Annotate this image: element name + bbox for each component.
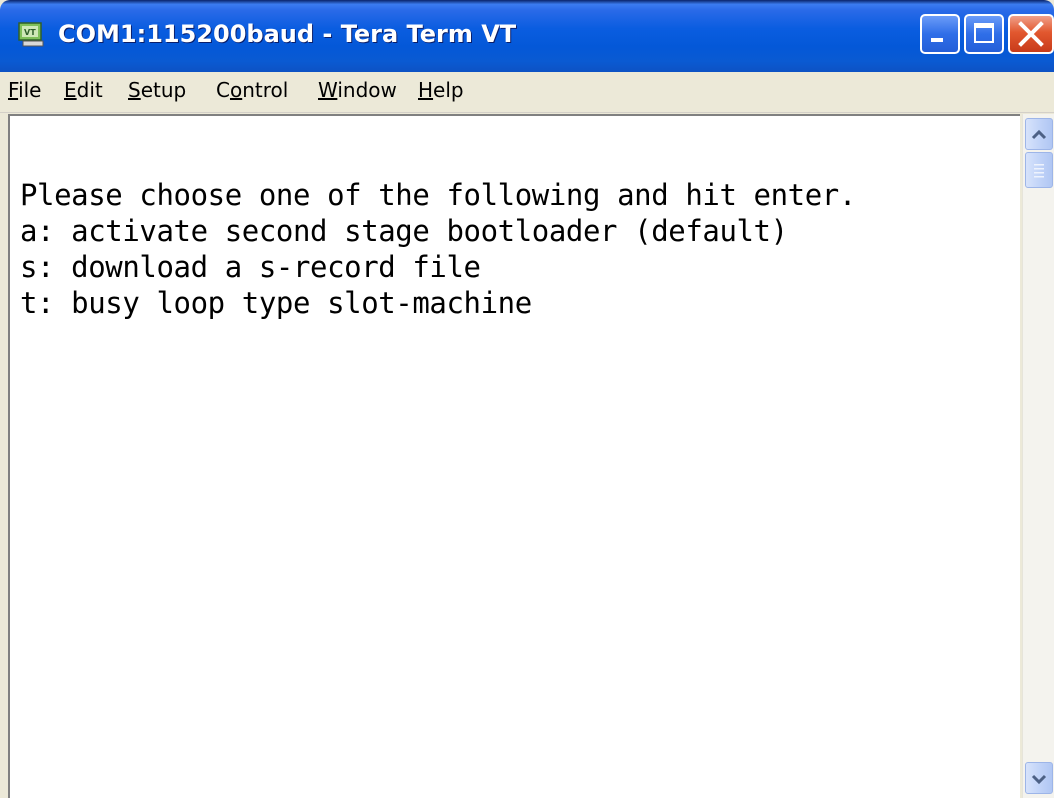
menu-edit-accelerator: E: [64, 78, 77, 102]
grip-icon: [1034, 164, 1044, 178]
menu-setup-label: etup: [140, 78, 187, 102]
maximize-icon: [974, 23, 994, 43]
chevron-up-icon: [1031, 129, 1047, 140]
svg-text:VT: VT: [24, 28, 36, 37]
maximize-button[interactable]: [964, 14, 1004, 54]
tera-term-app-icon[interactable]: VT: [18, 22, 46, 48]
menu-help-accelerator: H: [418, 78, 434, 102]
scroll-thumb[interactable]: [1025, 152, 1053, 188]
menu-file-accelerator: F: [8, 78, 19, 102]
menu-window-accelerator: W: [318, 78, 338, 102]
chevron-down-icon: [1031, 774, 1047, 785]
terminal-line-option-t: t: busy loop type slot-machine: [20, 286, 532, 320]
scroll-up-button[interactable]: [1025, 118, 1053, 150]
title-bar[interactable]: VT COM1:115200baud - Tera Term VT: [0, 0, 1054, 72]
menu-setup[interactable]: Setup: [128, 78, 186, 102]
menu-help-label: elp: [433, 78, 464, 102]
menu-edit[interactable]: Edit: [64, 78, 103, 102]
close-button[interactable]: [1008, 14, 1054, 54]
menu-control-label: ntrol: [242, 78, 289, 102]
menu-window[interactable]: Window: [318, 78, 397, 102]
window-title: COM1:115200baud - Tera Term VT: [58, 20, 517, 48]
menu-file[interactable]: File: [8, 78, 41, 102]
menu-control-prefix: C: [216, 78, 230, 102]
terminal-line-option-a: a: activate second stage bootloader (def…: [20, 214, 788, 248]
minimize-icon: [931, 38, 943, 42]
terminal-line-prompt: Please choose one of the following and h…: [20, 178, 856, 212]
menu-control-accelerator: o: [229, 78, 243, 102]
menu-bar: File Edit Setup Control Window Help: [0, 72, 1054, 113]
menu-file-label: ile: [18, 78, 42, 102]
terminal-line-option-s: s: download a s-record file: [20, 250, 481, 284]
menu-edit-label: dit: [76, 78, 103, 102]
close-icon: [1018, 21, 1044, 47]
menu-window-label: indow: [337, 78, 397, 102]
vertical-scrollbar[interactable]: [1022, 114, 1054, 798]
menu-control[interactable]: Control: [216, 78, 288, 102]
scroll-down-button[interactable]: [1025, 762, 1053, 794]
tera-term-window: VT COM1:115200baud - Tera Term VT File E…: [0, 0, 1054, 798]
menu-help[interactable]: Help: [418, 78, 464, 102]
terminal-screen[interactable]: Please choose one of the following and h…: [8, 114, 1020, 798]
menu-setup-accelerator: S: [128, 78, 141, 102]
minimize-button[interactable]: [920, 14, 960, 54]
